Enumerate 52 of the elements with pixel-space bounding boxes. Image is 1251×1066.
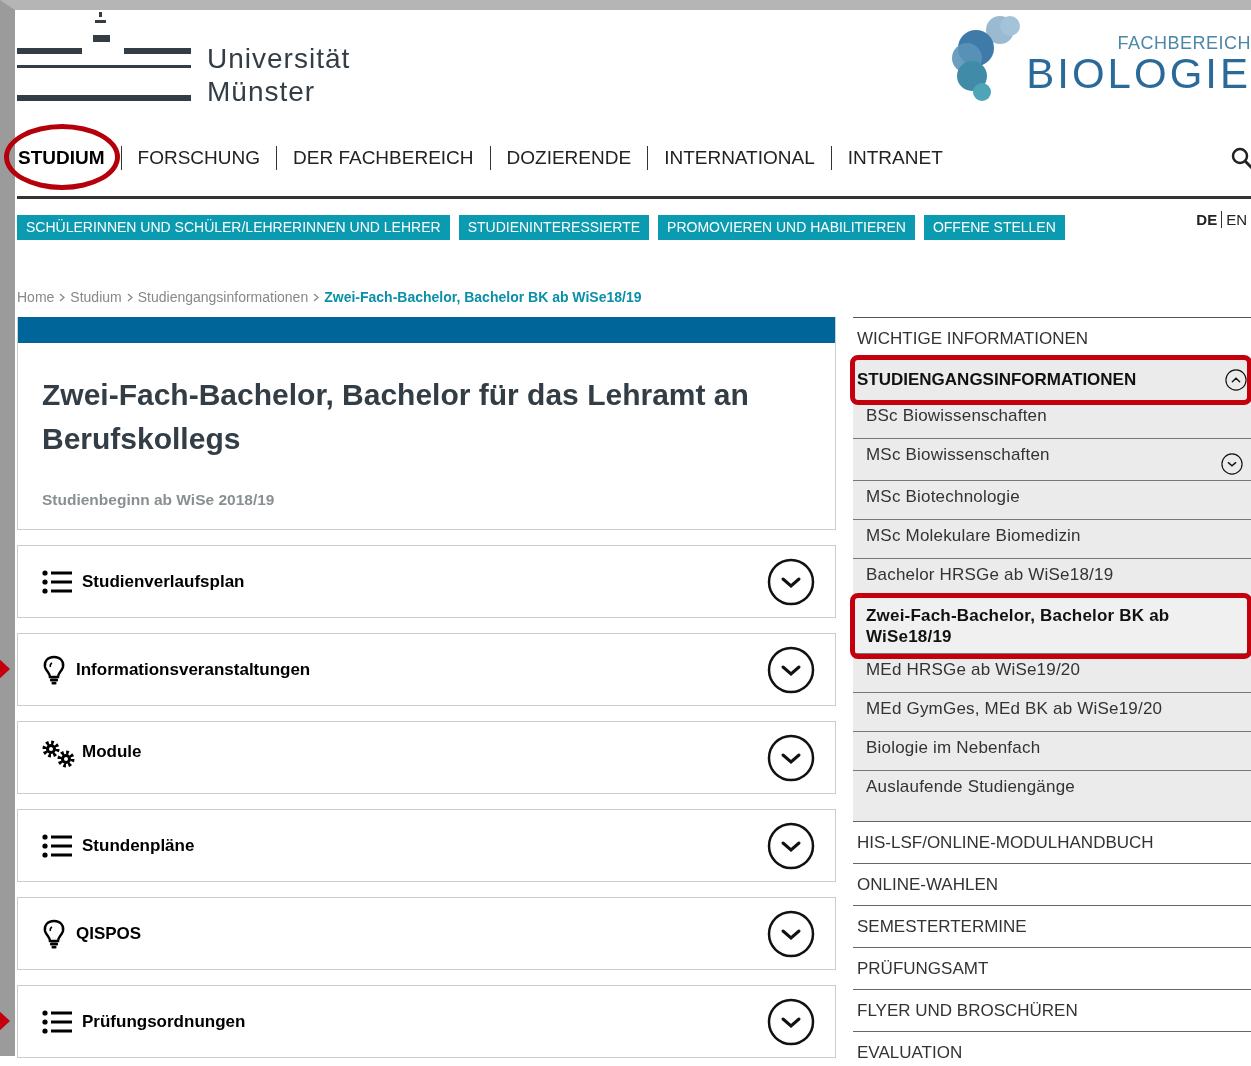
submenu-link[interactable]: MEd GymGes, MEd BK ab WiSe19/20	[853, 693, 1251, 732]
expand-toggle-icon[interactable]	[767, 997, 815, 1046]
nav-link[interactable]: INTRANET	[830, 146, 959, 170]
department-overline: FACHBEREICH	[1117, 33, 1251, 54]
sidebar-link[interactable]: PRÜFUNGSAMT	[853, 948, 1251, 990]
nav-link[interactable]: INTERNATIONAL	[647, 146, 831, 170]
page-title: Zwei-Fach-Bachelor, Bachelor für das Lehramt an Berufskollegs	[42, 377, 750, 457]
submenu-link[interactable]: Biologie im Nebenfach	[853, 732, 1251, 771]
current-page-crumb[interactable]: Zwei-Fach-Bachelor, Bachelor BK ab WiSe18/19	[324, 289, 642, 305]
submenu-link[interactable]: MSc Biowissenschaften	[853, 439, 1251, 481]
expand-toggle-icon[interactable]	[767, 821, 815, 870]
language-link[interactable]: EN	[1221, 211, 1251, 228]
sidebar-link[interactable]: ONLINE-WAHLEN	[853, 864, 1251, 906]
list-icon	[42, 833, 72, 858]
expand-toggle-icon[interactable]	[767, 557, 815, 606]
university-name: Universität Münster	[207, 42, 351, 108]
lightbulb-icon	[42, 654, 66, 685]
page-subtitle: Studienbeginn ab WiSe 2018/19	[42, 491, 276, 509]
nav-link[interactable]: STUDIUM	[17, 146, 121, 170]
expand-toggle-icon[interactable]	[1221, 453, 1243, 475]
expand-toggle-icon[interactable]	[767, 909, 815, 958]
accordion-header[interactable]: Prüfungsordnungen	[17, 985, 836, 1058]
sidebar-link[interactable]: EVALUATION	[853, 1032, 1251, 1066]
submenu-link[interactable]: MEd HRSGe ab WiSe19/20	[853, 654, 1251, 693]
lightbulb-icon	[42, 918, 66, 949]
submenu-link[interactable]: MSc Biotechnologie	[853, 481, 1251, 520]
department-name: BIOLOGIE	[1026, 54, 1251, 94]
breadcrumb-link[interactable]: Home	[17, 289, 55, 305]
submenu-link[interactable]: BSc Biowissenschaften	[853, 400, 1251, 439]
accordion-header[interactable]: QISPOS	[17, 897, 836, 970]
accordion-header[interactable]: Stundenpläne	[17, 809, 836, 882]
language-link[interactable]: DE	[1192, 211, 1222, 228]
nav-link[interactable]: DER FACHBEREICH	[276, 146, 490, 170]
accordion-header[interactable]: Studienverlaufsplan	[17, 545, 836, 618]
sidebar-link[interactable]: HIS-LSF/ONLINE-MODULHANDBUCH	[853, 822, 1251, 864]
collapse-toggle-icon[interactable]	[1225, 369, 1247, 391]
nav-link[interactable]: DOZIERENDE	[489, 146, 648, 170]
nav-link[interactable]: FORSCHUNG	[120, 146, 276, 170]
submenu-link[interactable]: Auslaufende Studiengänge	[853, 771, 1251, 809]
expand-toggle-icon[interactable]	[767, 645, 815, 694]
submenu-link[interactable]: MSc Molekulare Biomedizin	[853, 520, 1251, 559]
accordion-header[interactable]: Module	[17, 721, 836, 794]
list-icon	[42, 569, 72, 594]
breadcrumb-link[interactable]: Studiengangsinformationen	[137, 289, 309, 305]
list-icon	[42, 1009, 72, 1034]
sidebar-link[interactable]: SEMESTERTERMINE	[853, 906, 1251, 948]
sidebar-link[interactable]: FLYER UND BROSCHÜREN	[853, 990, 1251, 1032]
university-logo-icon	[17, 12, 191, 104]
accordion-header[interactable]: Informationsveranstaltungen	[17, 633, 836, 706]
expand-toggle-icon[interactable]	[767, 733, 815, 782]
breadcrumb-link[interactable]: Studium	[70, 289, 122, 305]
search-icon[interactable]	[1231, 147, 1251, 169]
